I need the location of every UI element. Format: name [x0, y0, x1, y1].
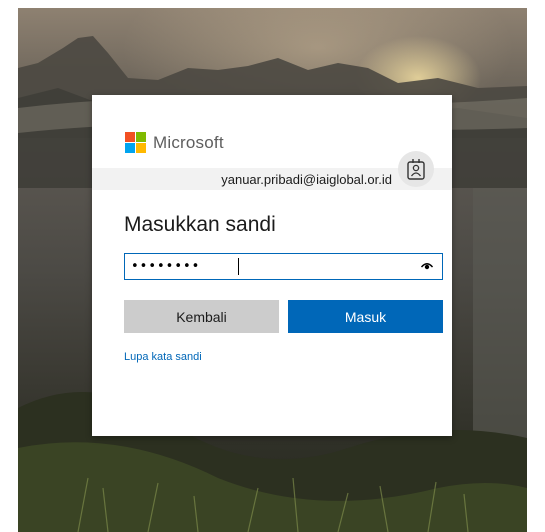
- eye-icon[interactable]: [420, 261, 434, 271]
- logo-square-green: [136, 132, 146, 142]
- microsoft-wordmark: Microsoft: [153, 132, 224, 152]
- back-button[interactable]: Kembali: [124, 300, 279, 333]
- id-badge-glyph: [407, 159, 425, 180]
- screen: Microsoft yanuar.pribadi@iaiglobal.or.id…: [0, 0, 545, 532]
- text-caret: [238, 258, 239, 275]
- account-email: yanuar.pribadi@iaiglobal.or.id: [221, 172, 392, 187]
- logo-square-blue: [125, 143, 135, 153]
- signin-button[interactable]: Masuk: [288, 300, 443, 333]
- password-input[interactable]: [125, 254, 405, 279]
- eye-glyph: [421, 263, 433, 270]
- id-badge-icon: [398, 151, 434, 187]
- page-title: Masukkan sandi: [124, 213, 276, 236]
- signin-card: Microsoft yanuar.pribadi@iaiglobal.or.id…: [92, 95, 452, 436]
- microsoft-logo: Microsoft: [125, 132, 224, 153]
- password-field[interactable]: [124, 253, 443, 280]
- logo-square-yellow: [136, 143, 146, 153]
- forgot-password-link[interactable]: Lupa kata sandi: [124, 351, 202, 363]
- microsoft-logo-icon: [125, 132, 146, 153]
- logo-square-red: [125, 132, 135, 142]
